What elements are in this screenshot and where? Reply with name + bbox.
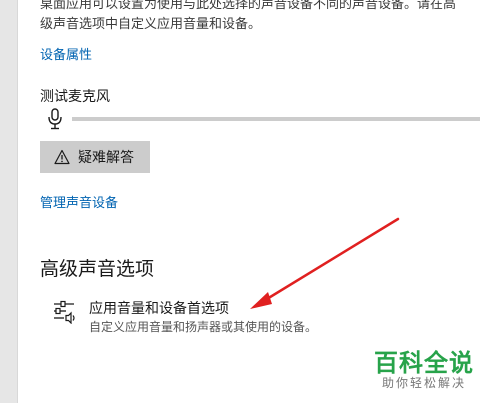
app-volume-preferences-description: 自定义应用音量和扬声器或其使用的设备。 [89, 320, 318, 334]
manage-sound-devices-link[interactable]: 管理声音设备 [40, 192, 118, 211]
mic-test-label: 测试麦克风 [40, 89, 110, 105]
description-text: 桌面应用可以设置为使用与此处选择的声音设备不同的声音设备。请在高 级声音选项中自… [40, 0, 500, 35]
watermark-subtitle: 助你轻松解决 [382, 376, 467, 390]
troubleshoot-label: 疑难解答 [78, 150, 134, 166]
description-line: 级声音选项中自定义应用音量和设备。 [40, 17, 262, 32]
watermark-title: 百科全说 [374, 349, 474, 377]
advanced-sound-options-heading: 高级声音选项 [40, 258, 155, 280]
sidebar-edge [0, 0, 18, 403]
description-line: 桌面应用可以设置为使用与此处选择的声音设备不同的声音设备。请在高 [40, 0, 457, 12]
troubleshoot-button[interactable]: 疑难解答 [40, 141, 150, 173]
microphone-icon [48, 108, 62, 130]
app-volume-preferences-link[interactable]: 应用音量和设备首选项 [89, 298, 229, 318]
sliders-speaker-icon [54, 300, 75, 324]
mic-level-meter [72, 117, 480, 121]
warning-icon [54, 149, 70, 165]
device-properties-link[interactable]: 设备属性 [40, 44, 92, 63]
